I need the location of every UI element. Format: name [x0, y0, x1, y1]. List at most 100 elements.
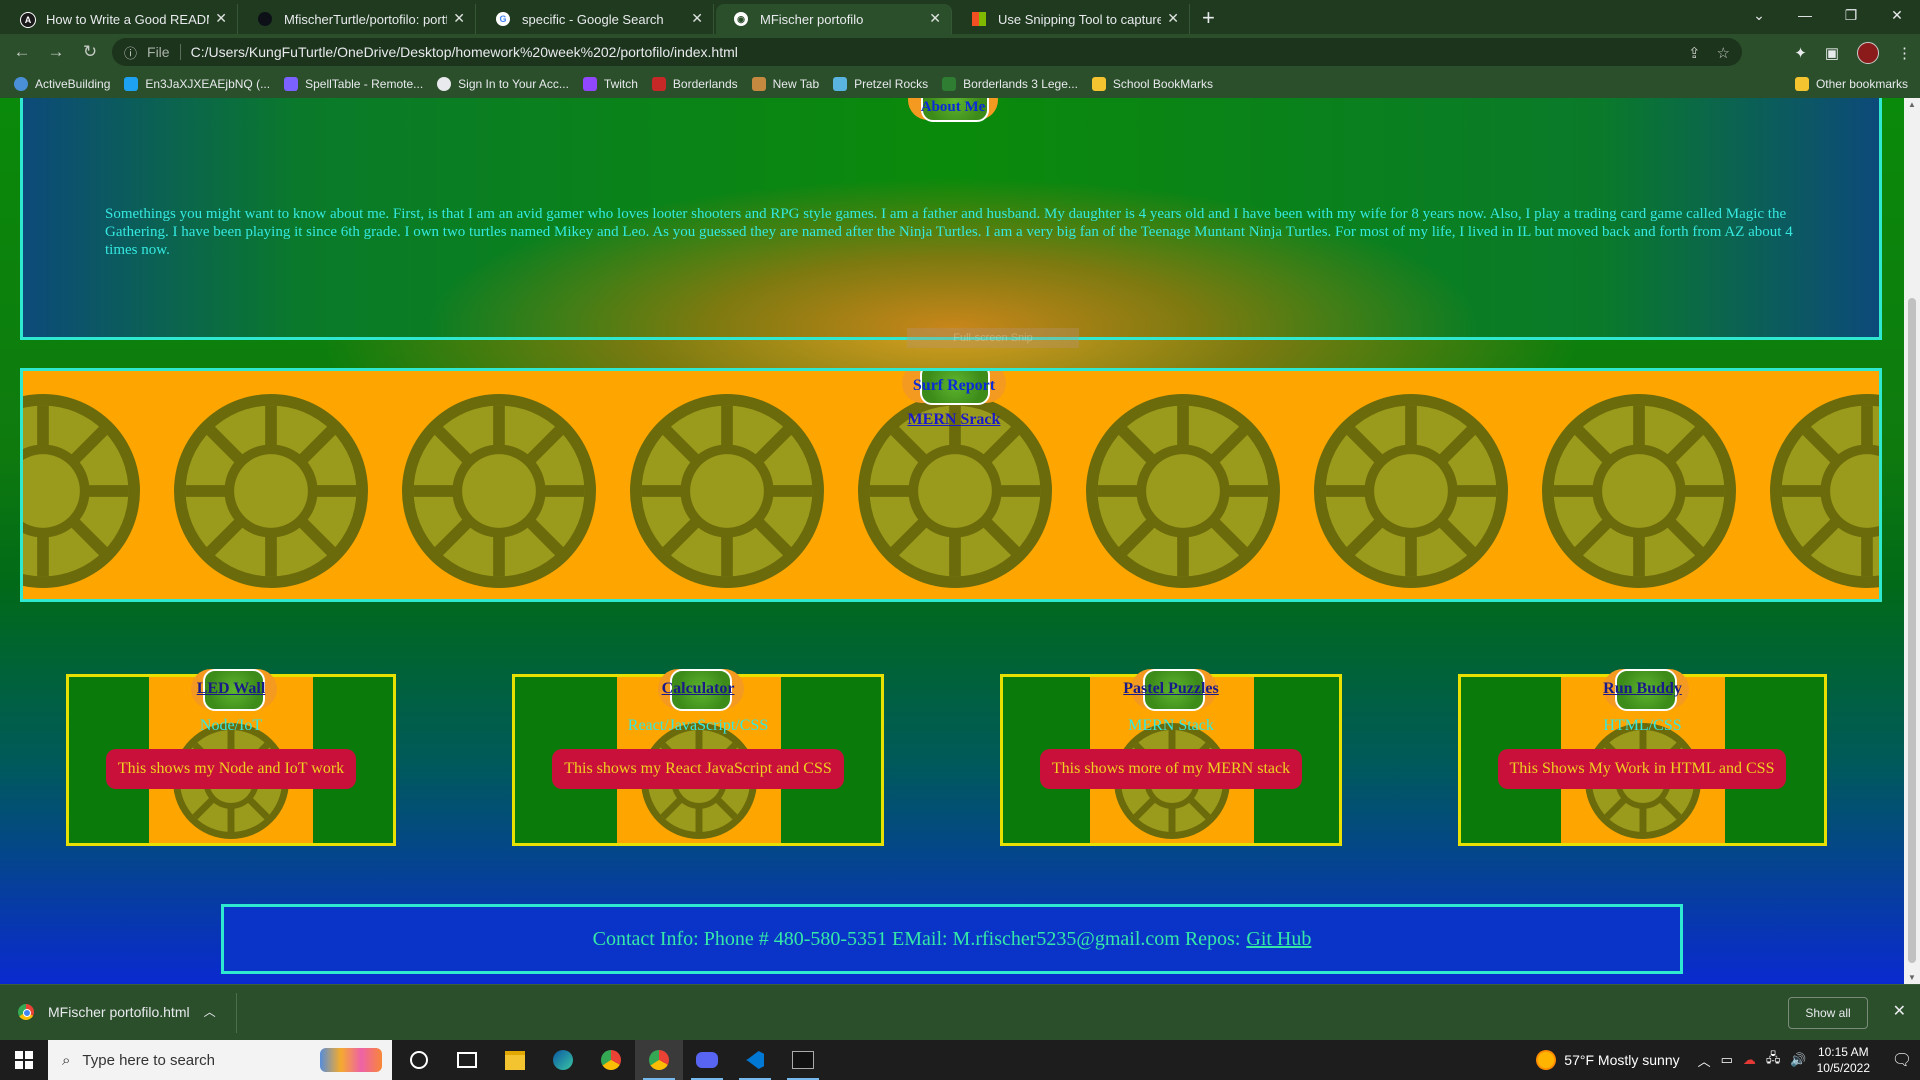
chrome-icon[interactable] [587, 1040, 635, 1080]
project-button[interactable]: This shows my Node and IoT work [106, 749, 356, 789]
bookmark-twitch[interactable]: Twitch [582, 77, 638, 91]
project-title-link[interactable]: Run Buddy [1461, 680, 1824, 698]
close-icon[interactable]: ✕ [215, 10, 227, 27]
project-title-link[interactable]: Pastel Puzzles [1003, 680, 1339, 698]
project-button[interactable]: This shows more of my MERN stack [1040, 749, 1302, 789]
surf-report-link[interactable]: MERN Srack [863, 411, 1045, 429]
address-bar[interactable]: ⓘ File C:/Users/KungFuTurtle/OneDrive/De… [112, 38, 1742, 66]
volume-icon[interactable]: 🔊 [1790, 1052, 1806, 1068]
other-bookmarks[interactable]: Other bookmarks [1794, 77, 1908, 91]
share-icon[interactable]: ⇪ [1688, 44, 1701, 62]
reload-icon[interactable]: ↻ [78, 42, 102, 62]
vscode-icon[interactable] [731, 1040, 779, 1080]
bookmark-borderlands-3[interactable]: Borderlands 3 Lege... [942, 77, 1078, 91]
close-icon[interactable]: ✕ [1893, 1001, 1906, 1021]
tab-google-search[interactable]: G specific - Google Search ✕ [478, 4, 714, 34]
project-card-calculator[interactable]: Calculator React/JavaScript/CSS This sho… [512, 669, 884, 846]
tray-app-icon[interactable]: ▭ [1721, 1052, 1733, 1068]
bookmark-borderlands[interactable]: Borderlands [651, 77, 738, 91]
close-icon[interactable]: ✕ [691, 10, 703, 27]
bookmark-sign-in[interactable]: Sign In to Your Acc... [437, 77, 569, 91]
taskbar-apps [395, 1040, 827, 1080]
back-icon[interactable]: ← [10, 42, 34, 62]
chrome-profile-icon[interactable] [635, 1040, 683, 1080]
chevron-up-icon[interactable]: ︿ [204, 1003, 216, 1020]
tab-snipping-tool[interactable]: Use Snipping Tool to capture scr ✕ [954, 4, 1190, 34]
bookmark-label: Borderlands 3 Lege... [963, 77, 1078, 91]
project-title-link[interactable]: Calculator [515, 680, 881, 698]
file-explorer-icon[interactable] [491, 1040, 539, 1080]
bookmark-pretzel-rocks[interactable]: Pretzel Rocks [833, 77, 928, 91]
bookmark-new-tab[interactable]: New Tab [751, 77, 820, 91]
profile-avatar[interactable] [1857, 42, 1879, 64]
project-tech: MERN Stack [1128, 717, 1214, 734]
weather-widget[interactable]: 57°F Mostly sunny [1536, 1050, 1680, 1070]
project-title-link[interactable]: LED Wall [69, 680, 393, 698]
close-window-icon[interactable]: ✕ [1874, 0, 1920, 30]
surf-report-banner[interactable]: Surf Report MERN Srack [20, 368, 1882, 602]
project-button[interactable]: This shows my React JavaScript and CSS [552, 749, 844, 789]
toolbar-actions: ✦ ▣ ⋮ [1794, 42, 1912, 64]
cortana-icon[interactable] [395, 1040, 443, 1080]
turtle-shell-icon [402, 394, 596, 588]
discord-icon[interactable] [683, 1040, 731, 1080]
tab-readme[interactable]: A How to Write a Good README F ✕ [2, 4, 238, 34]
tab-github[interactable]: MfischerTurtle/portofilo: portfolio ✕ [240, 4, 476, 34]
tab-search-icon[interactable]: ⌄ [1736, 0, 1782, 30]
project-card-led-wall[interactable]: LED Wall Node/IoT This shows my Node and… [66, 669, 396, 846]
bookmark-twitter-image[interactable]: En3JaXJXEAEjbNQ (... [124, 77, 270, 91]
show-all-button[interactable]: Show all [1788, 997, 1868, 1029]
bookmark-label: Pretzel Rocks [854, 77, 929, 91]
close-icon[interactable]: ✕ [1167, 10, 1179, 27]
forward-icon[interactable]: → [44, 42, 68, 62]
project-button[interactable]: This Shows My Work in HTML and CSS [1498, 749, 1786, 789]
terminal-icon[interactable] [779, 1040, 827, 1080]
chevron-up-icon[interactable]: ︿ [1698, 1051, 1711, 1070]
info-icon[interactable]: ⓘ [124, 43, 137, 62]
chrome-icon [18, 1003, 34, 1020]
clock[interactable]: 10:15 AM 10/5/2022 [1817, 1044, 1870, 1076]
bookmark-icon [942, 77, 957, 91]
github-link[interactable]: Git Hub [1246, 928, 1311, 951]
project-card-run-buddy[interactable]: Run Buddy HTML/CSS This Shows My Work in… [1458, 669, 1827, 846]
bookmark-spelltable[interactable]: SpellTable - Remote... [284, 77, 423, 91]
minimize-icon[interactable]: — [1782, 0, 1828, 30]
page-scrollbar[interactable]: ▲ ▼ [1904, 98, 1920, 984]
weather-sun-icon [1536, 1050, 1557, 1070]
download-item[interactable]: MFischer portofilo.html ︿ [18, 1003, 216, 1020]
task-view-icon[interactable] [443, 1040, 491, 1080]
close-icon[interactable]: ✕ [453, 10, 465, 27]
restore-icon[interactable]: ❐ [1828, 0, 1874, 30]
surf-report-title[interactable]: Surf Report [863, 377, 1045, 395]
menu-icon[interactable]: ⋮ [1897, 44, 1912, 62]
bookmark-school-folder[interactable]: School BookMarks [1091, 77, 1213, 91]
clock-time: 10:15 AM [1817, 1045, 1869, 1059]
about-title: About Me [920, 98, 986, 115]
extensions-icon[interactable]: ✦ [1794, 44, 1807, 62]
bookmark-star-icon[interactable]: ☆ [1717, 44, 1730, 62]
project-card-pastel-puzzles[interactable]: Pastel Puzzles MERN Stack This shows mor… [1000, 669, 1342, 846]
github-icon [258, 12, 272, 26]
bookmark-label: School BookMarks [1112, 77, 1213, 91]
onedrive-icon[interactable]: ☁ [1743, 1052, 1756, 1068]
url-text[interactable]: C:/Users/KungFuTurtle/OneDrive/Desktop/h… [191, 44, 738, 60]
network-icon[interactable]: 🖧 [1766, 1049, 1781, 1071]
bookmark-label: New Tab [772, 77, 820, 91]
bookmark-label: ActiveBuilding [35, 77, 111, 91]
close-icon[interactable]: ✕ [929, 10, 941, 27]
scroll-down-icon[interactable]: ▼ [1908, 973, 1916, 982]
taskbar-search[interactable]: ⌕ Type here to search [48, 1040, 392, 1080]
side-panel-icon[interactable]: ▣ [1825, 44, 1839, 62]
edge-icon[interactable] [539, 1040, 587, 1080]
scroll-up-icon[interactable]: ▲ [1908, 100, 1916, 109]
new-tab-button[interactable]: + [1202, 4, 1215, 34]
scrollbar-thumb[interactable] [1908, 298, 1916, 963]
bookmark-icon [751, 77, 766, 91]
system-tray: 57°F Mostly sunny ︿ ▭ ☁ 🖧 🔊 10:15 AM 10/… [1536, 1040, 1920, 1080]
search-highlight-icon [320, 1048, 382, 1072]
search-placeholder: Type here to search [82, 1051, 215, 1069]
tab-portfolio[interactable]: ◉ MFischer portofilo ✕ [716, 4, 952, 34]
start-button[interactable] [0, 1040, 48, 1080]
bookmark-activebuilding[interactable]: ActiveBuilding [14, 77, 110, 91]
notification-icon[interactable]: 🗨 [1884, 1040, 1920, 1080]
